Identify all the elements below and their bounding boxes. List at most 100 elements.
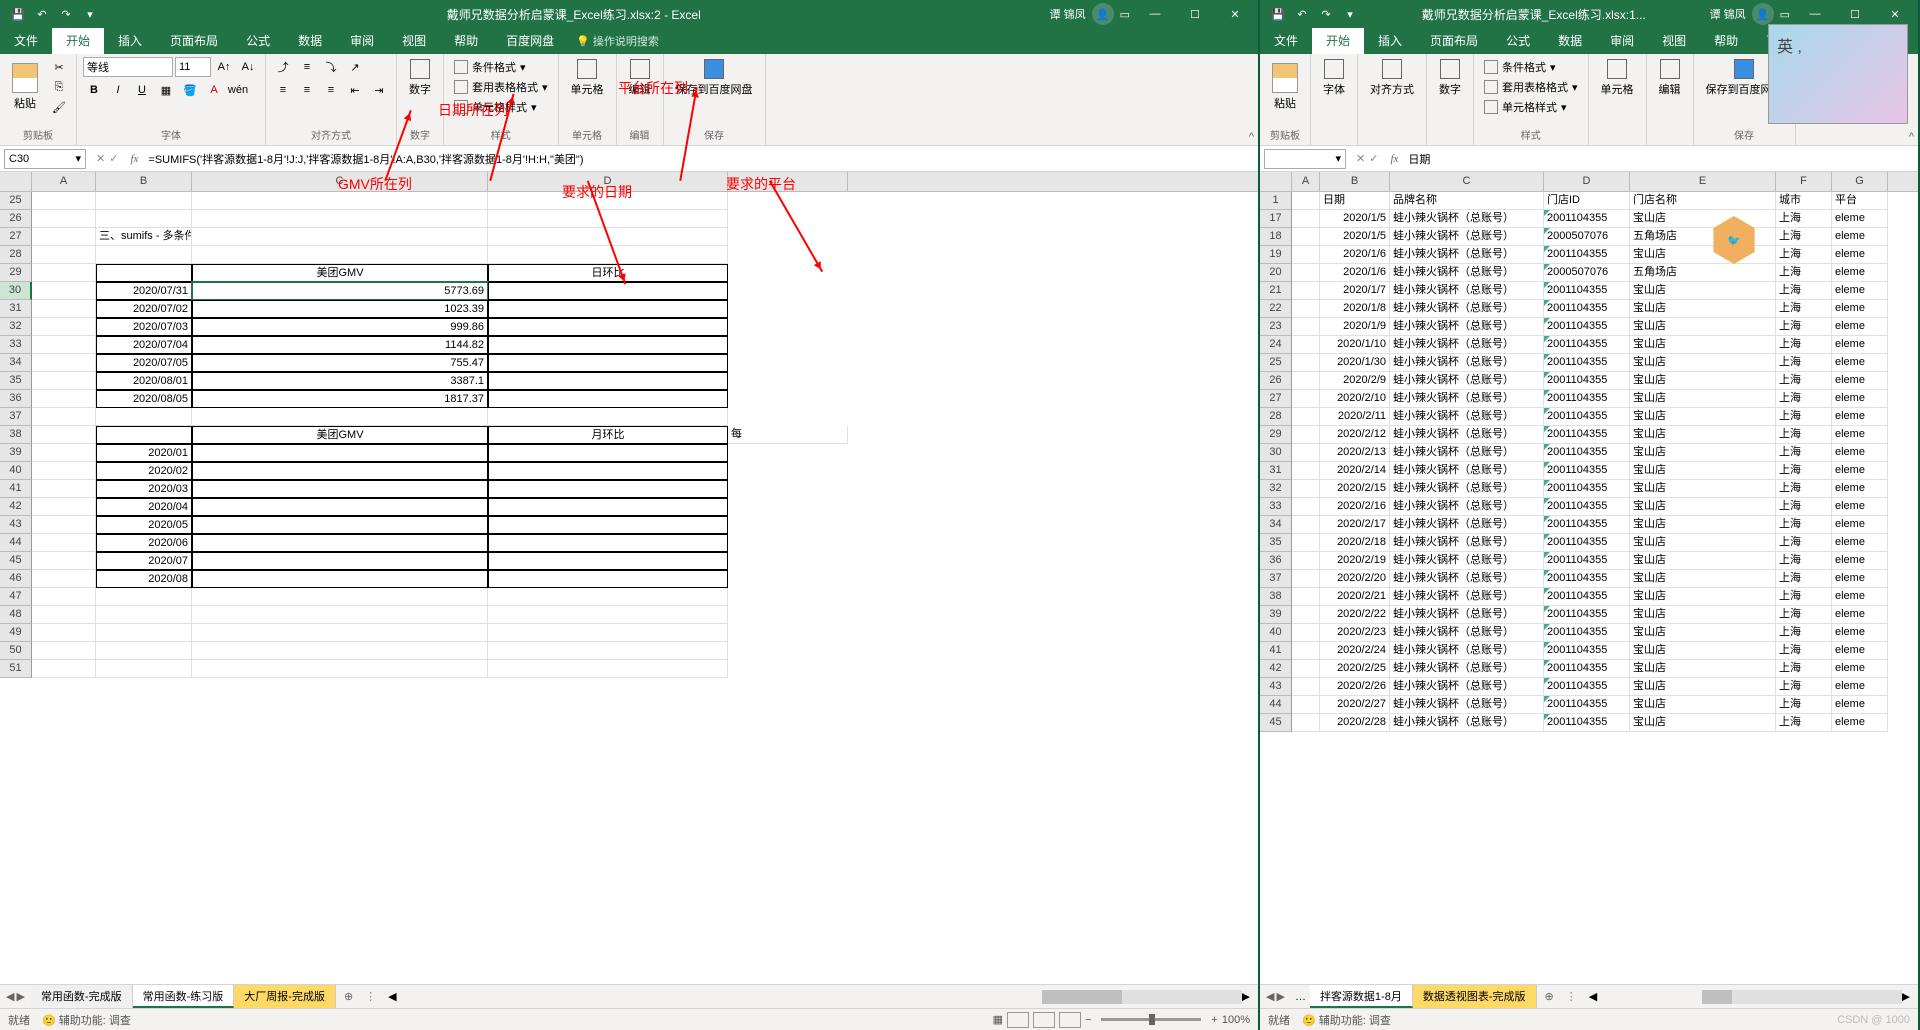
cell[interactable]: 蛙小辣火锅杯（总账号） [1390,444,1544,462]
bold-button[interactable]: B [83,80,105,100]
cell[interactable]: eleme [1832,696,1888,714]
cell[interactable]: eleme [1832,642,1888,660]
cell[interactable]: 上海 [1776,264,1832,282]
cell[interactable]: 2001104355 [1544,210,1630,228]
cell[interactable]: 2020/07/04 [96,336,192,354]
row-header[interactable]: 45 [1260,714,1292,732]
cell[interactable]: 上海 [1776,210,1832,228]
page-break-button[interactable] [1059,1012,1081,1028]
cell[interactable]: 2020/2/16 [1320,498,1390,516]
cell[interactable]: 2001104355 [1544,588,1630,606]
cell[interactable] [1292,354,1320,372]
cell[interactable] [32,516,96,534]
cell[interactable] [488,192,728,210]
cell[interactable]: 宝山店 [1630,660,1776,678]
cell[interactable]: 上海 [1776,678,1832,696]
row-header[interactable]: 39 [0,444,32,462]
cell[interactable] [1292,408,1320,426]
row-header[interactable]: 44 [0,534,32,552]
cell[interactable]: 蛙小辣火锅杯（总账号） [1390,408,1544,426]
cell[interactable] [488,300,728,318]
cell[interactable] [488,444,728,462]
cell[interactable] [32,498,96,516]
zoom-slider[interactable] [1101,1018,1201,1021]
underline-button[interactable]: U [131,80,153,100]
row-header[interactable]: 36 [0,390,32,408]
cell[interactable]: 上海 [1776,534,1832,552]
row-header[interactable]: 34 [0,354,32,372]
cell[interactable]: 2020/2/23 [1320,624,1390,642]
cell[interactable] [1292,318,1320,336]
hscroll-left-icon[interactable]: ◀ [1589,990,1597,1003]
col-header-D[interactable]: D [488,172,728,191]
cell[interactable] [96,426,192,444]
cell[interactable]: 2001104355 [1544,354,1630,372]
cell[interactable] [32,390,96,408]
tab-公式[interactable]: 公式 [1492,28,1544,54]
cell[interactable] [96,264,192,282]
row-header[interactable]: 28 [1260,408,1292,426]
cell[interactable] [1292,228,1320,246]
sheet-first-icon[interactable]: ◀ [1266,990,1274,1003]
cell[interactable]: 每 [728,426,848,444]
cell[interactable]: 上海 [1776,228,1832,246]
cell[interactable]: 2020/2/14 [1320,462,1390,480]
cell[interactable]: 2001104355 [1544,678,1630,696]
cell[interactable] [32,462,96,480]
cell[interactable] [488,606,728,624]
cell[interactable]: 上海 [1776,444,1832,462]
cell[interactable]: 755.47 [192,354,488,372]
cell[interactable]: 蛙小辣火锅杯（总账号） [1390,210,1544,228]
cell[interactable] [192,192,488,210]
cell[interactable]: 2001104355 [1544,606,1630,624]
cell[interactable]: 2001104355 [1544,696,1630,714]
cell[interactable]: 宝山店 [1630,516,1776,534]
cell[interactable]: 上海 [1776,408,1832,426]
minimize-button[interactable]: — [1136,1,1174,27]
cell[interactable] [96,642,192,660]
cell[interactable]: 上海 [1776,462,1832,480]
sheet-tab[interactable]: 常用函数-练习版 [133,985,235,1008]
cell[interactable]: 宝山店 [1630,696,1776,714]
cell[interactable]: 2001104355 [1544,534,1630,552]
cell[interactable]: eleme [1832,588,1888,606]
col-header-E[interactable]: E [1630,172,1776,191]
tab-视图[interactable]: 视图 [388,28,440,54]
cell[interactable] [192,210,488,228]
row-header[interactable]: 23 [1260,318,1292,336]
tab-开始[interactable]: 开始 [52,28,104,54]
cell[interactable] [96,246,192,264]
cell[interactable] [488,246,728,264]
redo-icon[interactable]: ↷ [58,6,74,22]
editing-button[interactable]: 编辑 [1653,57,1687,99]
cell[interactable] [488,480,728,498]
cell[interactable] [192,624,488,642]
cell-styles-button[interactable]: 单元格样式▾ [450,97,552,117]
cell[interactable] [488,624,728,642]
cell[interactable] [32,642,96,660]
paste-button[interactable]: 粘贴 [1266,57,1304,117]
cell[interactable]: 2020/1/5 [1320,228,1390,246]
cell[interactable] [488,570,728,588]
cell[interactable]: 上海 [1776,696,1832,714]
col-header-G[interactable]: G [1832,172,1888,191]
col-header-F[interactable]: F [1776,172,1832,191]
row-header[interactable]: 40 [0,462,32,480]
qat-more-icon[interactable]: ▾ [82,6,98,22]
cell[interactable]: 蛙小辣火锅杯（总账号） [1390,552,1544,570]
cell[interactable]: 2020/01 [96,444,192,462]
cell[interactable]: 2020/2/26 [1320,678,1390,696]
sheet-tab[interactable]: 大厂周报-完成版 [234,985,336,1008]
tab-插入[interactable]: 插入 [1364,28,1416,54]
cells-button[interactable]: 单元格 [1595,57,1640,99]
cell[interactable] [96,408,192,426]
cell[interactable] [192,498,488,516]
cell[interactable]: 3387.1 [192,372,488,390]
cell[interactable]: 宝山店 [1630,390,1776,408]
cell[interactable]: 2001104355 [1544,624,1630,642]
align-right-icon[interactable]: ≡ [320,80,342,100]
cell[interactable] [1292,570,1320,588]
cell[interactable]: 2020/1/10 [1320,336,1390,354]
cell[interactable]: 2020/2/28 [1320,714,1390,732]
cell[interactable]: 2001104355 [1544,300,1630,318]
